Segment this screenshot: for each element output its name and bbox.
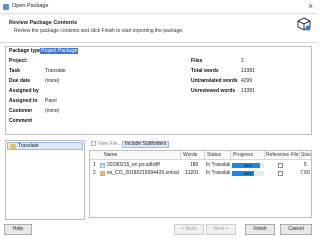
assigned-to-label: Assigned to [9, 98, 38, 104]
package-box-icon [297, 17, 311, 31]
customer-label: Customer [9, 108, 33, 114]
xml-file-icon [100, 171, 105, 177]
next-button[interactable]: Next > [206, 224, 236, 235]
include-subfolders-button[interactable]: Include Subfolders [122, 141, 170, 148]
wizard-footer: Help < Back Next > Finish Cancel [0, 222, 317, 240]
total-words-label: Total words [191, 68, 219, 74]
task-value: Translate [45, 68, 66, 74]
title-bar: Open Package × [0, 0, 317, 14]
row-index: 2 [93, 170, 96, 176]
column-header-progress[interactable]: Progress [233, 152, 253, 159]
column-header-status[interactable]: Status [207, 152, 221, 159]
progress-label: 86% [243, 163, 252, 168]
cancel-button[interactable]: Cancel [280, 224, 312, 235]
view-file-label: View File... [97, 141, 122, 147]
file-status: In Translati... [206, 170, 230, 176]
unreviewed-words-label: Unreviewed words [191, 88, 236, 94]
project-label: Project: [9, 58, 28, 64]
progress-bar: 86% [232, 163, 264, 168]
wizard-header: Review Package Contents Review the packa… [0, 14, 317, 42]
customer-value: (none) [45, 108, 60, 114]
files-label: Files [191, 58, 203, 64]
file-toolbar: View File... Include Subfolders [89, 140, 312, 149]
file-words: 180 [190, 162, 199, 168]
task-label: Task [9, 68, 21, 74]
files-value: 2 [241, 58, 244, 64]
due-date-label: Due date [9, 78, 31, 84]
folder-tree: Translate [5, 140, 85, 220]
table-row[interactable]: 2 es_CO_20180215094420.xmlsdl... 13201 I… [90, 170, 311, 177]
file-name: 20180215_en.po.sdlxliff [107, 162, 160, 168]
view-file-button[interactable]: View File... [91, 141, 122, 148]
reference-file-checkbox[interactable] [278, 163, 283, 168]
folder-icon [10, 144, 16, 149]
file-size: 5 [304, 162, 307, 168]
progress-bar: 68% [232, 171, 264, 176]
reference-file-checkbox[interactable] [278, 171, 283, 176]
sdlxliff-file-icon [100, 163, 105, 169]
column-header-size[interactable]: Size [301, 152, 311, 159]
package-type-value[interactable]: Project Package [40, 48, 79, 54]
file-grid: Name Words Status Progress Reference Fil… [89, 150, 312, 218]
row-index: 1 [93, 162, 96, 168]
untranslated-words-value: 4299 [241, 78, 253, 84]
total-words-value: 13381 [241, 68, 255, 74]
progress-label: 68% [243, 171, 252, 176]
comment-label: Comment [9, 118, 33, 124]
assigned-by-label: Assigned by [9, 88, 39, 94]
file-words: 13201 [185, 170, 199, 176]
table-row[interactable]: 1 20180215_en.po.sdlxliff 180 In Transla… [90, 162, 311, 169]
file-size: 7.60 [300, 170, 310, 176]
unreviewed-words-value: 13381 [241, 88, 255, 94]
file-name: es_CO_20180215094420.xmlsdl... [107, 170, 179, 176]
view-file-icon [91, 141, 96, 147]
app-icon [3, 4, 9, 10]
package-info-panel: Package type: Project Package Project: T… [5, 46, 312, 135]
back-button[interactable]: < Back [174, 224, 204, 235]
tree-item-label: Translate [18, 143, 39, 149]
file-list-area: View File... Include Subfolders Name Wor… [89, 140, 312, 220]
tree-item-translate[interactable]: Translate [7, 142, 83, 150]
package-type-label: Package type: [9, 48, 43, 54]
help-button[interactable]: Help [4, 224, 32, 235]
finish-button[interactable]: Finish [245, 224, 275, 235]
due-date-value: (none) [45, 78, 60, 84]
untranslated-words-label: Untranslated words [191, 78, 238, 84]
window-title: Open Package [12, 3, 49, 9]
column-header-words[interactable]: Words [183, 152, 197, 159]
file-status: In Translati... [206, 162, 230, 168]
page-subtitle: Review the package contents and click Fi… [14, 28, 184, 34]
assigned-to-value: Parel [45, 98, 57, 104]
files-panel: Translate View File... Include Subfolder… [5, 140, 312, 220]
column-header-reference-file[interactable]: Reference File [266, 152, 299, 159]
grid-header: Name Words Status Progress Reference Fil… [90, 151, 311, 160]
close-button[interactable]: × [308, 2, 313, 11]
column-header-name[interactable]: Name [104, 152, 117, 159]
include-subfolders-label: Include Subfolders [125, 141, 167, 147]
page-title: Review Package Contents [9, 20, 78, 26]
header-divider [0, 42, 317, 43]
